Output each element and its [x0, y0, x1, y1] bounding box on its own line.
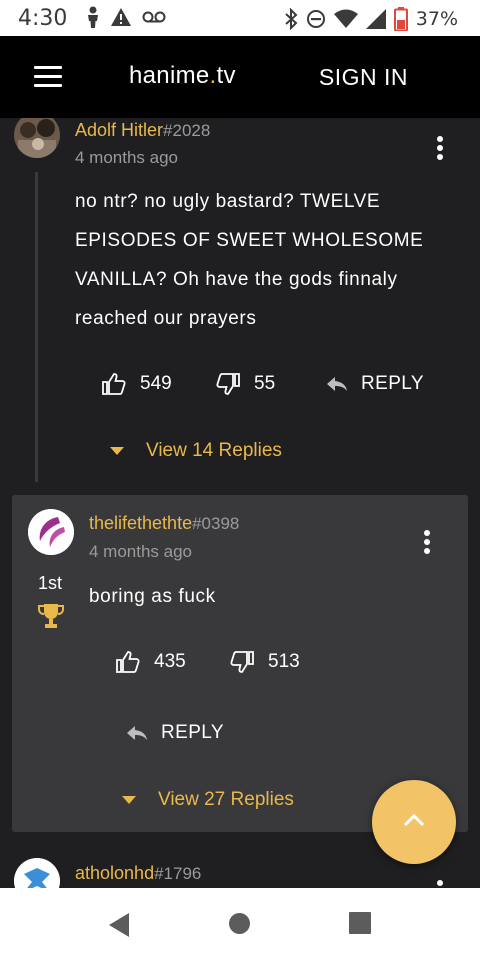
downvote-count: 513 [268, 651, 300, 672]
thread-line [35, 172, 38, 482]
username-text: Adolf Hitler [75, 120, 164, 140]
thumbs-up-icon [116, 651, 140, 673]
status-icons-right: 37% [284, 7, 458, 31]
reply-label: REPLY [361, 373, 424, 394]
home-icon[interactable] [229, 913, 250, 934]
wifi-icon [333, 9, 358, 28]
comment-line: reached our prayers [75, 308, 257, 329]
menu-icon[interactable] [34, 66, 62, 88]
comment-username[interactable]: Adolf Hitler#2028 [75, 120, 210, 141]
comments-section[interactable]: Adolf Hitler#2028 4 months ago no ntr? n… [0, 118, 480, 888]
status-icons-left [86, 6, 166, 28]
comment-line: no ntr? no ugly bastard? TWELVE [75, 191, 381, 212]
comment-text: boring as fuck [89, 586, 216, 607]
caret-down-icon [122, 796, 136, 804]
user-tag: #1796 [154, 864, 202, 883]
view-replies-label: View 27 Replies [158, 789, 294, 810]
battery-icon [393, 7, 408, 31]
reply-icon [127, 726, 147, 740]
reply-icon [327, 377, 347, 391]
thumbs-down-icon [216, 373, 240, 395]
reply-label: REPLY [161, 722, 224, 743]
site-title[interactable]: hanime.tv [129, 62, 236, 90]
more-options-icon[interactable] [423, 530, 431, 558]
downvote-button[interactable]: 55 [216, 373, 275, 395]
user-tag: #2028 [163, 121, 211, 140]
comment-line: VANILLA? Oh have the gods finnaly [75, 269, 398, 290]
warning-icon [111, 8, 131, 26]
avatar[interactable] [14, 118, 60, 158]
recent-apps-icon[interactable] [349, 912, 371, 934]
upvote-button[interactable]: 549 [102, 373, 172, 395]
reply-button[interactable]: REPLY [326, 373, 424, 395]
avatar[interactable] [28, 509, 74, 555]
comment-username[interactable]: atholonhd#1796 [75, 863, 201, 884]
status-time: 4:30 [18, 6, 68, 31]
upvote-count: 549 [140, 373, 172, 394]
comment-time: 4 months ago [75, 148, 179, 167]
upvote-button[interactable]: 435 [116, 651, 186, 673]
view-replies-label: View 14 Replies [146, 440, 282, 461]
more-options-icon[interactable] [436, 880, 444, 888]
comment-text: no ntr? no ugly bastard? TWELVE EPISODES… [75, 182, 423, 338]
status-bar: 4:30 37% [0, 0, 480, 36]
view-replies-button[interactable]: View 27 Replies [122, 789, 294, 811]
view-replies-button[interactable]: View 14 Replies [110, 440, 282, 462]
downvote-count: 55 [254, 373, 276, 394]
site-title-suffix: tv [216, 62, 236, 89]
battery-percent: 37% [415, 8, 458, 30]
downvote-button[interactable]: 513 [230, 651, 300, 673]
app-bar: hanime.tv SIGN IN [0, 36, 480, 118]
username-text: thelifethethte [89, 513, 193, 533]
trophy-icon [38, 604, 64, 628]
back-icon[interactable] [107, 912, 131, 938]
thumbs-down-icon [230, 651, 254, 673]
chevron-up-icon [403, 813, 425, 827]
system-nav-bar [0, 888, 480, 960]
voicemail-icon [142, 11, 166, 23]
sign-in-button[interactable]: SIGN IN [319, 64, 408, 91]
site-title-main: hanime [129, 62, 210, 89]
more-options-icon[interactable] [436, 136, 444, 164]
scroll-to-top-button[interactable] [372, 780, 456, 864]
username-text: atholonhd [75, 863, 155, 883]
user-tag: #0398 [192, 514, 240, 533]
thumbs-up-icon [102, 373, 126, 395]
person-icon [88, 6, 98, 28]
reply-button[interactable]: REPLY [126, 722, 224, 744]
signal-icon [365, 9, 386, 29]
caret-down-icon [110, 447, 124, 455]
bluetooth-icon [285, 8, 298, 30]
upvote-count: 435 [154, 651, 186, 672]
comment-time: 4 months ago [89, 542, 193, 561]
comment-line: EPISODES OF SWEET WHOLESOME [75, 230, 424, 251]
do-not-disturb-icon [306, 10, 325, 28]
rank-label: 1st [38, 573, 63, 593]
avatar[interactable] [14, 858, 60, 888]
comment-username[interactable]: thelifethethte#0398 [89, 513, 239, 534]
